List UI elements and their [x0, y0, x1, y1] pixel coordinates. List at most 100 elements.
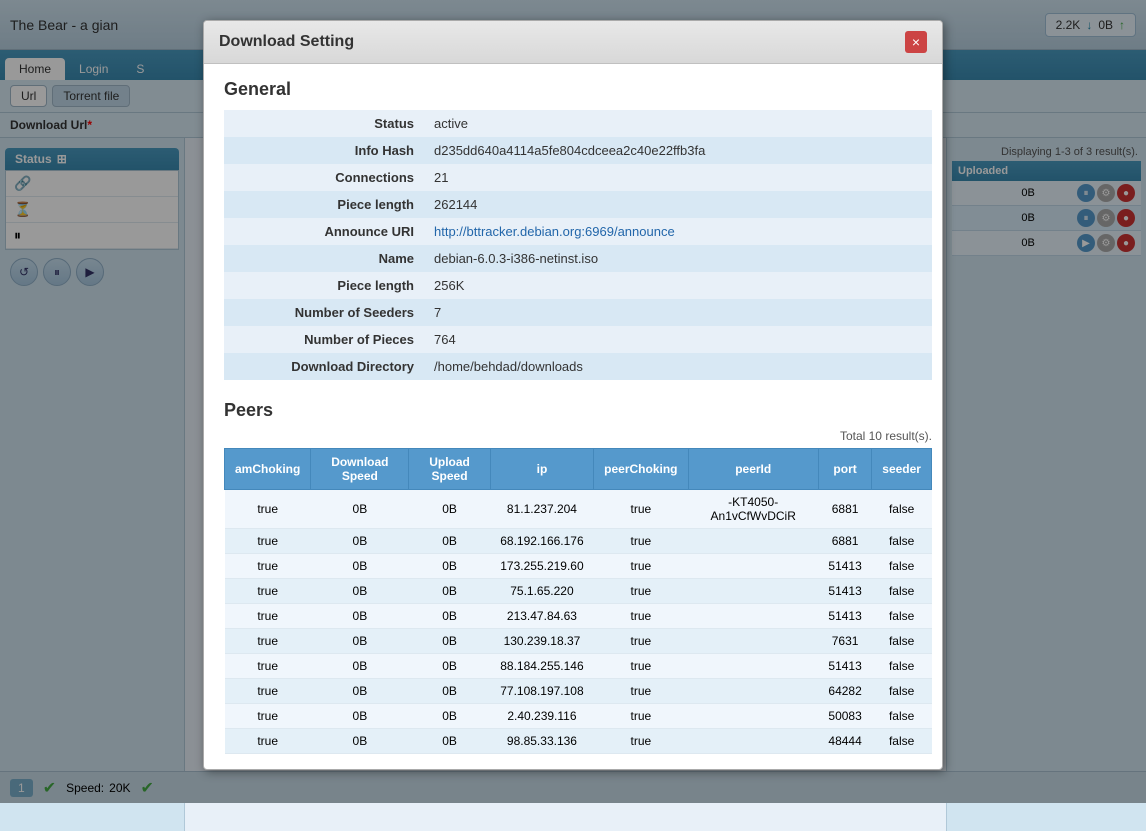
peer-peerId-4	[688, 604, 818, 629]
label-directory: Download Directory	[224, 353, 424, 380]
peer-row-4: true0B0B213.47.84.63true51413false	[225, 604, 932, 629]
info-row-infohash: Info Hash d235dd640a4114a5fe804cdceea2c4…	[224, 137, 932, 164]
info-row-seeders: Number of Seeders 7	[224, 299, 932, 326]
peer-peerChoking-5: true	[594, 629, 688, 654]
peer-port-0: 6881	[818, 490, 871, 529]
peer-seeder-1: false	[872, 529, 932, 554]
peer-seeder-8: false	[872, 704, 932, 729]
peer-uploadSpeed-1: 0B	[409, 529, 490, 554]
peer-ip-2: 173.255.219.60	[490, 554, 593, 579]
peer-uploadSpeed-3: 0B	[409, 579, 490, 604]
peer-peerChoking-3: true	[594, 579, 688, 604]
modal-header: Download Setting ×	[204, 21, 942, 64]
peer-seeder-3: false	[872, 579, 932, 604]
announce-link[interactable]: http://bttracker.debian.org:6969/announc…	[434, 224, 675, 239]
th-amchoking: amChoking	[225, 449, 311, 490]
peer-amChoking-2: true	[225, 554, 311, 579]
peer-ip-5: 130.239.18.37	[490, 629, 593, 654]
value-directory: /home/behdad/downloads	[424, 353, 932, 380]
peer-port-9: 48444	[818, 729, 871, 754]
info-row-piecelength: Piece length 262144	[224, 191, 932, 218]
label-announce: Announce URI	[224, 218, 424, 245]
peer-port-3: 51413	[818, 579, 871, 604]
modal-close-button[interactable]: ×	[905, 31, 927, 53]
info-row-status: Status active	[224, 110, 932, 137]
peer-uploadSpeed-8: 0B	[409, 704, 490, 729]
info-row-directory: Download Directory /home/behdad/download…	[224, 353, 932, 380]
th-seeder: seeder	[872, 449, 932, 490]
peer-port-7: 64282	[818, 679, 871, 704]
peer-downloadSpeed-1: 0B	[311, 529, 409, 554]
peer-peerId-8	[688, 704, 818, 729]
value-piecelength: 262144	[424, 191, 932, 218]
peer-seeder-2: false	[872, 554, 932, 579]
peer-uploadSpeed-7: 0B	[409, 679, 490, 704]
peer-downloadSpeed-8: 0B	[311, 704, 409, 729]
peer-peerChoking-2: true	[594, 554, 688, 579]
peers-table: amChoking Download Speed Upload Speed ip…	[224, 448, 932, 754]
info-row-piecelength2: Piece length 256K	[224, 272, 932, 299]
peer-peerId-9	[688, 729, 818, 754]
peer-downloadSpeed-3: 0B	[311, 579, 409, 604]
peer-peerId-6	[688, 654, 818, 679]
peer-row-7: true0B0B77.108.197.108true64282false	[225, 679, 932, 704]
peer-row-5: true0B0B130.239.18.37true7631false	[225, 629, 932, 654]
peer-uploadSpeed-5: 0B	[409, 629, 490, 654]
peer-seeder-5: false	[872, 629, 932, 654]
info-row-name: Name debian-6.0.3-i386-netinst.iso	[224, 245, 932, 272]
label-piecelength: Piece length	[224, 191, 424, 218]
peer-ip-0: 81.1.237.204	[490, 490, 593, 529]
peer-ip-3: 75.1.65.220	[490, 579, 593, 604]
th-peerchoking: peerChoking	[594, 449, 688, 490]
peer-row-1: true0B0B68.192.166.176true6881false	[225, 529, 932, 554]
peer-uploadSpeed-2: 0B	[409, 554, 490, 579]
label-infohash: Info Hash	[224, 137, 424, 164]
peer-ip-1: 68.192.166.176	[490, 529, 593, 554]
value-status: active	[424, 110, 932, 137]
peer-ip-4: 213.47.84.63	[490, 604, 593, 629]
peer-row-6: true0B0B88.184.255.146true51413false	[225, 654, 932, 679]
download-setting-modal: Download Setting × General Status active…	[203, 20, 943, 770]
peer-peerChoking-0: true	[594, 490, 688, 529]
modal-scroll-inner[interactable]: General Status active Info Hash d235dd64…	[204, 64, 942, 769]
value-piecelength2: 256K	[424, 272, 932, 299]
peer-amChoking-9: true	[225, 729, 311, 754]
peer-row-3: true0B0B75.1.65.220true51413false	[225, 579, 932, 604]
peer-seeder-6: false	[872, 654, 932, 679]
peer-amChoking-8: true	[225, 704, 311, 729]
peer-port-4: 51413	[818, 604, 871, 629]
peer-amChoking-4: true	[225, 604, 311, 629]
info-row-pieces: Number of Pieces 764	[224, 326, 932, 353]
peer-row-2: true0B0B173.255.219.60true51413false	[225, 554, 932, 579]
label-seeders: Number of Seeders	[224, 299, 424, 326]
peer-row-9: true0B0B98.85.33.136true48444false	[225, 729, 932, 754]
value-name: debian-6.0.3-i386-netinst.iso	[424, 245, 932, 272]
peer-peerChoking-7: true	[594, 679, 688, 704]
peer-peerId-0: -KT4050-An1vCfWvDCiR	[688, 490, 818, 529]
peer-uploadSpeed-6: 0B	[409, 654, 490, 679]
peer-downloadSpeed-7: 0B	[311, 679, 409, 704]
peer-amChoking-7: true	[225, 679, 311, 704]
peer-row-0: true0B0B81.1.237.204true-KT4050-An1vCfWv…	[225, 490, 932, 529]
peer-port-8: 50083	[818, 704, 871, 729]
peer-seeder-0: false	[872, 490, 932, 529]
label-name: Name	[224, 245, 424, 272]
modal-title: Download Setting	[219, 33, 354, 51]
peer-peerChoking-8: true	[594, 704, 688, 729]
peer-port-2: 51413	[818, 554, 871, 579]
peer-peerChoking-6: true	[594, 654, 688, 679]
peer-row-8: true0B0B2.40.239.116true50083false	[225, 704, 932, 729]
peer-peerChoking-1: true	[594, 529, 688, 554]
modal-overlay: Download Setting × General Status active…	[0, 0, 1146, 803]
peer-amChoking-3: true	[225, 579, 311, 604]
peer-peerId-3	[688, 579, 818, 604]
peer-peerId-2	[688, 554, 818, 579]
peer-amChoking-0: true	[225, 490, 311, 529]
peer-port-1: 6881	[818, 529, 871, 554]
peer-ip-9: 98.85.33.136	[490, 729, 593, 754]
peer-ip-7: 77.108.197.108	[490, 679, 593, 704]
label-connections: Connections	[224, 164, 424, 191]
value-announce: http://bttracker.debian.org:6969/announc…	[424, 218, 932, 245]
th-port: port	[818, 449, 871, 490]
info-table: Status active Info Hash d235dd640a4114a5…	[224, 110, 932, 380]
